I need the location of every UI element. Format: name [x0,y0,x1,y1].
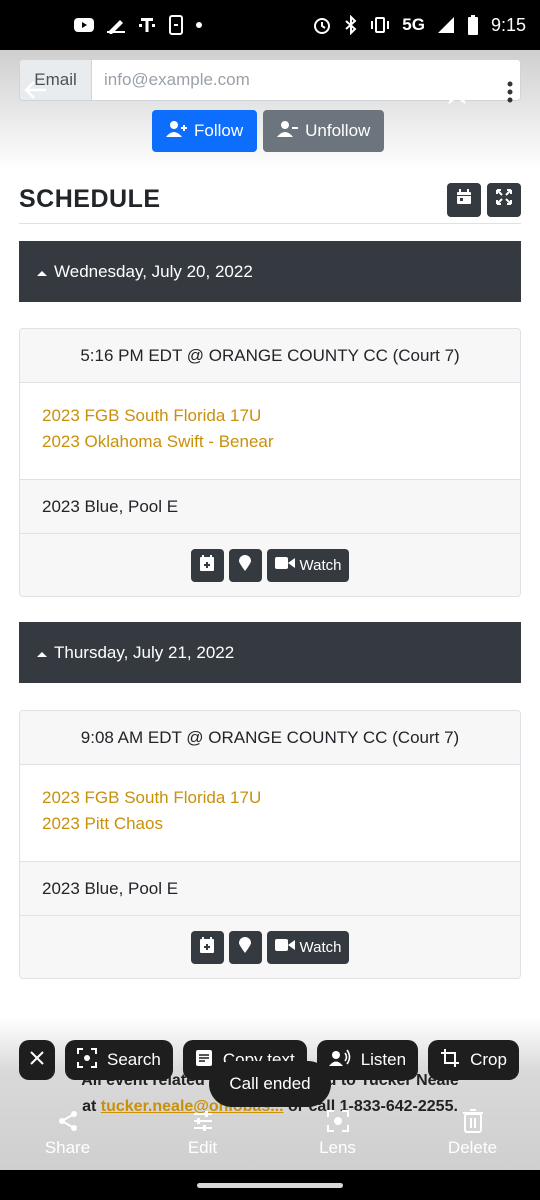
follow-buttons: Follow Unfollow [152,110,385,152]
day-label: Thursday, July 21, 2022 [54,642,235,662]
video-camera-icon [274,556,295,574]
battery-icon [467,15,479,35]
day-header[interactable]: Wednesday, July 20, 2022 [19,241,521,302]
unfollow-label: Unfollow [305,121,371,140]
map-pin-icon [239,937,252,957]
listen-chip[interactable]: Listen [316,1040,419,1080]
search-chip[interactable]: Search [65,1040,173,1080]
game-time-location: 9:08 AM EDT @ ORANGE COUNTY CC (Court 7) [20,711,520,765]
share-action[interactable]: Share [0,1108,135,1168]
game-card: 9:08 AM EDT @ ORANGE COUNTY CC (Court 7)… [19,710,521,979]
system-nav-bar [0,1170,540,1200]
team-link[interactable]: 2023 Pitt Chaos [42,811,498,837]
crop-icon [440,1048,460,1073]
clock: 9:15 [490,14,526,35]
watch-button[interactable]: Watch [266,930,350,964]
status-bar: 5G 9:15 [0,0,540,50]
lens-icon [326,1108,350,1134]
share-label: Share [44,1138,91,1157]
dot-icon [196,22,202,28]
follow-button[interactable]: Follow [152,110,258,152]
delete-action[interactable]: Delete [405,1108,540,1168]
listen-icon [328,1049,351,1072]
trash-icon [462,1108,484,1134]
youtube-icon [74,18,94,32]
tmobile-icon [138,16,156,34]
share-icon [56,1108,80,1134]
caret-up-icon [36,643,48,663]
text-doc-icon [195,1049,213,1072]
screenshot-action-bar: Share Edit Lens Delete [0,1108,540,1168]
add-to-calendar-button[interactable] [190,548,224,582]
game-actions: Watch [20,916,520,978]
game-time-location: 5:16 PM EDT @ ORANGE COUNTY CC (Court 7) [20,329,520,383]
page-title: SCHEDULE [19,185,161,213]
edit-sign-icon [106,16,126,34]
game-teams: 2023 FGB South Florida 17U 2023 Oklahoma… [20,383,520,480]
delete-label: Delete [447,1138,498,1157]
day-label: Wednesday, July 20, 2022 [54,261,253,281]
bluetooth-icon [344,15,358,35]
watch-button[interactable]: Watch [266,548,350,582]
watch-label: Watch [299,938,342,956]
crop-chip-label: Crop [470,1050,507,1069]
location-button[interactable] [228,548,262,582]
lens-search-icon [77,1047,97,1073]
game-teams: 2023 FGB South Florida 17U 2023 Pitt Cha… [20,765,520,862]
expand-icon [496,189,512,210]
game-pool: 2023 Blue, Pool E [20,480,520,534]
schedule-header-buttons [447,182,521,217]
lens-label: Lens [319,1138,356,1157]
network-type: 5G [402,15,425,34]
team-link[interactable]: 2023 FGB South Florida 17U [42,403,498,429]
team-link[interactable]: 2023 FGB South Florida 17U [42,785,498,811]
calendar-plus-icon [200,937,215,957]
game-actions: Watch [20,534,520,596]
alarm-icon [312,15,332,35]
star-icon[interactable] [443,78,471,106]
user-plus-icon [166,120,188,143]
location-button[interactable] [228,930,262,964]
calendar-button[interactable] [447,182,481,217]
status-bar-right: 5G 9:15 [312,15,526,36]
game-pool: 2023 Blue, Pool E [20,862,520,916]
user-minus-icon [277,120,299,143]
team-link[interactable]: 2023 Oklahoma Swift - Benear [42,429,498,455]
edit-label: Edit [187,1138,218,1157]
phone-link-icon [168,15,184,35]
close-icon [29,1050,45,1071]
unfollow-button[interactable]: Unfollow [263,110,385,152]
close-chip[interactable] [19,1040,55,1080]
schedule-header: SCHEDULE [19,176,521,224]
watch-label: Watch [299,556,342,574]
calendar-plus-icon [200,555,215,575]
game-card: 5:16 PM EDT @ ORANGE COUNTY CC (Court 7)… [19,328,521,597]
lens-action[interactable]: Lens [270,1108,405,1168]
follow-label: Follow [194,121,244,140]
signal-icon [437,16,455,34]
search-chip-label: Search [107,1050,161,1069]
more-options-icon[interactable] [500,78,520,106]
video-camera-icon [274,938,295,956]
expand-button[interactable] [487,182,521,217]
call-ended-toast: Call ended [209,1061,331,1107]
edit-action[interactable]: Edit [135,1108,270,1168]
crop-chip[interactable]: Crop [428,1040,519,1080]
back-arrow-icon[interactable] [22,76,50,104]
home-gesture-pill[interactable] [197,1182,343,1188]
listen-chip-label: Listen [360,1050,407,1069]
day-header[interactable]: Thursday, July 21, 2022 [19,622,521,683]
status-bar-left [74,15,202,35]
add-to-calendar-button[interactable] [190,930,224,964]
calendar-icon [456,189,472,210]
vibrate-icon [370,16,390,34]
caret-up-icon [36,262,48,282]
map-pin-icon [239,555,252,575]
sliders-icon [191,1108,215,1134]
